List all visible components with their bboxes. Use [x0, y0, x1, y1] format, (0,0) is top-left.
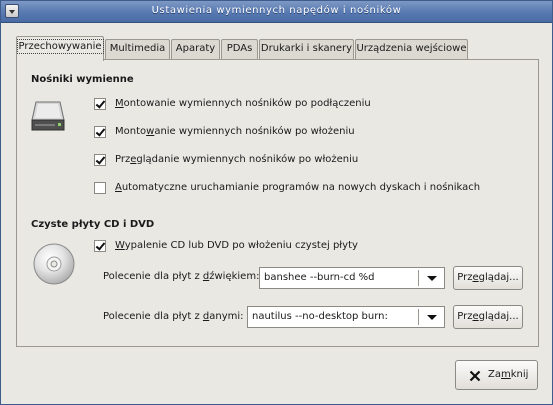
- tab-pdas[interactable]: PDAs: [221, 39, 258, 59]
- data-command-value: nautilus --no-desktop burn:: [252, 311, 388, 322]
- tab-label: Drukarki i skanery: [260, 43, 353, 54]
- checkbox-label: Wypalenie CD lub DVD po włożeniu czystej…: [115, 240, 358, 251]
- checkbox-label: Montowanie wymiennych nośników po podłąc…: [115, 98, 371, 109]
- tab-drukarki[interactable]: Drukarki i skanery: [259, 39, 354, 59]
- option-burn-on-insert[interactable]: Wypalenie CD lub DVD po włożeniu czystej…: [94, 239, 514, 255]
- tab-aparaty[interactable]: Aparaty: [171, 39, 220, 59]
- data-command-combo[interactable]: nautilus --no-desktop burn:: [247, 306, 445, 328]
- data-browse-button[interactable]: Przeglądaj...: [453, 305, 523, 329]
- section-title-blank-cd: Czyste płyty CD i DVD: [31, 219, 155, 230]
- checkbox-label: Przeglądanie wymiennych nośników po włoż…: [115, 154, 359, 165]
- preferences-window: Ustawienia wymiennych napędów i nośników…: [0, 0, 553, 405]
- section-title-removable: Nośniki wymienne: [31, 74, 134, 85]
- checkbox-mount-on-plug[interactable]: [94, 98, 106, 110]
- checkbox-burn-on-insert[interactable]: [94, 240, 106, 252]
- tab-label: Multimedia: [109, 43, 166, 54]
- checkbox-autorun[interactable]: [94, 182, 106, 194]
- close-button[interactable]: Zamknij: [455, 360, 538, 390]
- close-button-label: Zamknij: [488, 369, 529, 380]
- close-icon: [469, 370, 481, 382]
- tab-label: Aparaty: [175, 43, 216, 54]
- drive-icon: [31, 101, 65, 131]
- tab-multimedia[interactable]: Multimedia: [105, 39, 170, 59]
- checkbox-label: Montowanie wymiennych nośników po włożen…: [115, 126, 355, 137]
- chevron-down-icon[interactable]: [427, 276, 437, 281]
- checkbox-label: Automatyczne uruchamianie programów na n…: [115, 182, 481, 193]
- tab-przechowywanie[interactable]: Przechowywanie: [16, 36, 104, 61]
- tab-label: Urządzenia wejściowe: [356, 43, 467, 54]
- audio-command-combo[interactable]: banshee --burn-cd %d: [259, 267, 445, 289]
- option-autorun[interactable]: Automatyczne uruchamianie programów na n…: [94, 181, 514, 197]
- tab-urzadzenia[interactable]: Urządzenia wejściowe: [355, 39, 468, 59]
- tab-label: PDAs: [226, 43, 253, 54]
- audio-command-value: banshee --burn-cd %d: [264, 272, 375, 283]
- window-title: Ustawienia wymiennych napędów i nośników: [151, 5, 402, 16]
- checkbox-browse-on-insert[interactable]: [94, 154, 106, 166]
- tab-label: Przechowywanie: [16, 39, 104, 54]
- chevron-down-icon[interactable]: [427, 315, 437, 320]
- audio-command-label: Polecenie dla płyt z dźwiękiem:: [103, 271, 260, 282]
- title-bar: Ustawienia wymiennych napędów i nośników: [1, 1, 552, 23]
- option-browse-on-insert[interactable]: Przeglądanie wymiennych nośników po włoż…: [94, 153, 514, 169]
- option-mount-on-insert[interactable]: Montowanie wymiennych nośników po włożen…: [94, 125, 514, 141]
- data-command-label: Polecenie dla płyt z danymi:: [103, 311, 244, 322]
- option-mount-on-plug[interactable]: Montowanie wymiennych nośników po podłąc…: [94, 97, 514, 113]
- cd-icon: [33, 243, 75, 285]
- tab-panel: Nośniki wymienne Montowanie wymiennych n…: [16, 59, 539, 347]
- checkbox-mount-on-insert[interactable]: [94, 126, 106, 138]
- audio-browse-button[interactable]: Przeglądaj...: [453, 266, 523, 290]
